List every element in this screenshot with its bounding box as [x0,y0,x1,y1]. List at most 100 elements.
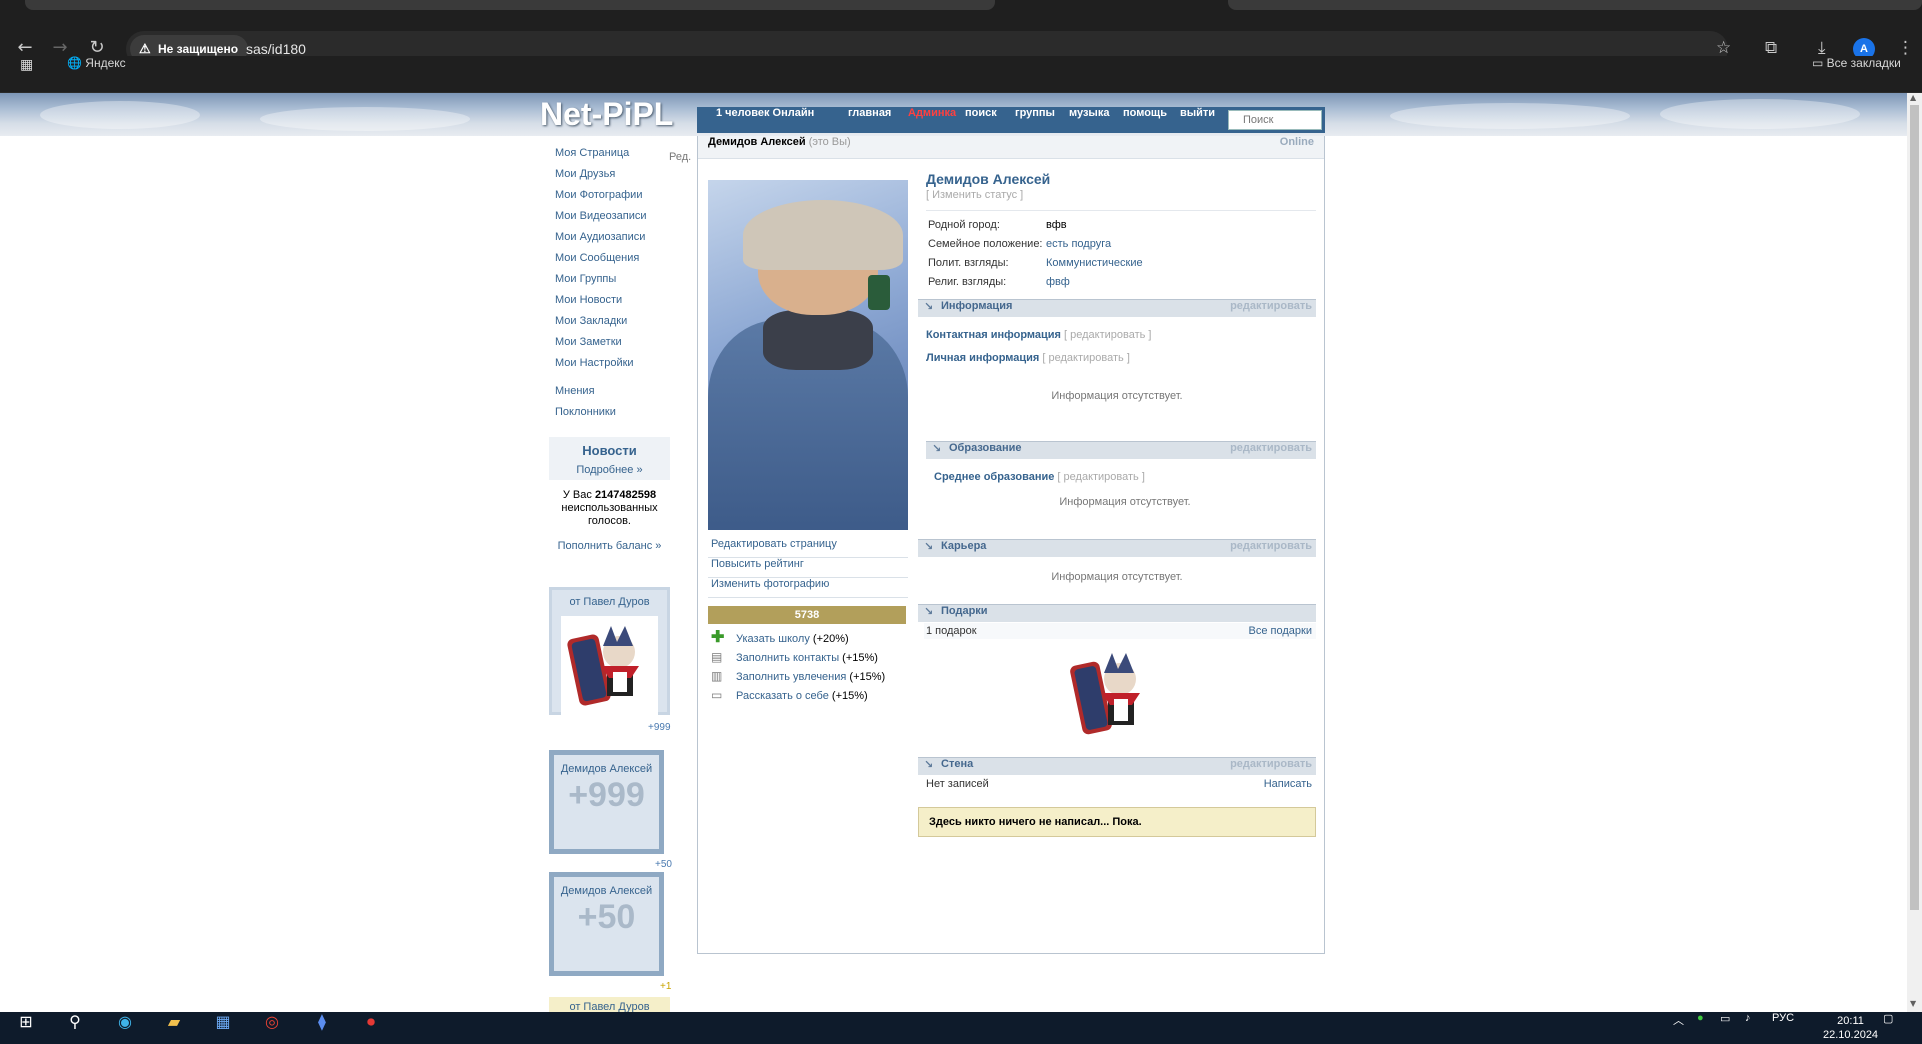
sidebar-item-friends[interactable]: Мои Друзья [549,165,674,186]
vote-card-2[interactable]: Демидов Алексей +50 [549,872,664,976]
sidebar-item-settings[interactable]: Мои Настройки [549,354,674,375]
section-career[interactable]: ↘ Карьера редактировать [918,539,1316,557]
network-icon[interactable]: ▭ [1720,1012,1730,1025]
arrow-icon: ↘ [932,442,942,455]
sidebar-item-videos[interactable]: Мои Видеозаписи [549,207,674,228]
download-icon[interactable]: ⤓ [1818,38,1826,58]
profile-photo[interactable] [708,180,908,530]
change-status-link[interactable]: [ Изменить статус ] [926,189,1023,201]
topup-link[interactable]: Пополнить баланс » [549,540,670,553]
extensions-icon[interactable]: ⧉ [1765,38,1777,58]
info-link[interactable]: Коммунистические [1046,257,1143,269]
arrow-icon: ↘ [924,605,934,618]
document-icon: ▥ [711,669,723,683]
tab-strip [0,0,1922,14]
section-wall[interactable]: ↘ Стена редактировать [918,757,1316,775]
raise-rating-link[interactable]: Повысить рейтинг [708,558,908,578]
sidebar-item-my-page[interactable]: Моя Страница [549,144,674,165]
bookmark-yandex[interactable]: 🌐 Яндекс [67,56,126,70]
profile-actions: Редактировать страницу Повысить рейтинг … [708,538,908,598]
scroll-up-icon[interactable]: ▲ [1910,93,1916,102]
explorer-icon[interactable]: ▰ [154,1012,194,1044]
notifications-icon[interactable]: ▢ [1883,1012,1893,1025]
tray-chevron-icon[interactable]: ︿ [1673,1012,1684,1028]
app-icon[interactable]: ⧫ [302,1012,342,1044]
edit-page-link[interactable]: Редактировать страницу [708,538,908,558]
sidebar-item-bookmarks[interactable]: Мои Закладки [549,312,674,333]
sidebar-item-groups[interactable]: Мои Группы [549,270,674,291]
card1-number: +999 [568,776,645,814]
chrome-icon[interactable]: ◎ [252,1012,292,1044]
security-label: Не защищено [158,42,239,56]
sidebar-item-notes[interactable]: Мои Заметки [549,333,674,354]
sidebar-item-photos[interactable]: Мои Фотографии [549,186,674,207]
news-box: Новости Подробнее » [549,437,670,480]
sidebar-menu: Моя Страница Мои Друзья Мои Фотографии М… [549,144,674,424]
nav-home[interactable]: главная [848,107,891,119]
nav-groups[interactable]: группы [1015,107,1055,119]
clock[interactable]: 20:11 22.10.2024 [1823,1014,1878,1042]
info-link[interactable]: фвф [1046,276,1070,288]
nav-admin[interactable]: Админка [908,107,956,119]
sidebar-item-news[interactable]: Мои Новости [549,291,674,312]
gift-from-box[interactable]: от Павел Дуров [549,997,670,1012]
search-input[interactable]: Поиск [1228,110,1322,130]
sidebar-edit-link[interactable]: Ред. [669,151,691,163]
start-icon[interactable]: ⊞ [6,1012,46,1044]
card2-name: Демидов Алексей [560,885,653,897]
all-bookmarks[interactable]: ▭ Все закладки [1812,56,1901,70]
section-info[interactable]: ↘ Информация редактировать [918,299,1316,317]
star-icon[interactable]: ☆ [1716,38,1731,58]
scroll-down-icon[interactable]: ▼ [1910,999,1916,1008]
personal-subsection[interactable]: Личная информация [ редактировать ] [926,352,1130,364]
nav-help[interactable]: помощь [1123,107,1167,119]
arrow-icon: ↘ [924,540,934,553]
secondary-education[interactable]: Среднее образование [ редактировать ] [934,471,1145,483]
section-education[interactable]: ↘ Образование редактировать [926,441,1316,459]
comment-icon: ▭ [711,688,723,702]
info-link[interactable]: есть подруга [1046,238,1111,250]
write-link[interactable]: Написать [1264,776,1312,792]
change-photo-link[interactable]: Изменить фотографию [708,578,908,598]
sidebar-item-messages[interactable]: Мои Сообщения [549,249,674,270]
news-more-link[interactable]: Подробнее » [549,458,670,476]
record-icon[interactable]: ⏺ [351,1012,391,1044]
apps-icon[interactable]: ▦ [20,56,33,73]
section-gifts[interactable]: ↘ Подарки [918,604,1316,622]
todo-item[interactable]: ✚ Указать школу (+20%) [708,630,918,648]
nav-search[interactable]: поиск [965,107,997,119]
all-gifts-link[interactable]: Все подарки [1249,623,1312,639]
sidebar-item-audio[interactable]: Мои Аудиозаписи [549,228,674,249]
todo-item[interactable]: ▭ Рассказать о себе (+15%) [708,687,918,705]
nav-logout[interactable]: выйти [1180,107,1215,119]
contacts-icon: ▤ [711,650,723,664]
no-info-text: Информация отсутствует. [1059,496,1191,508]
vote-card-1[interactable]: Демидов Алексей +999 [549,750,664,854]
edge-icon[interactable]: ◉ [105,1012,145,1044]
store-icon[interactable]: ▦ [203,1012,243,1044]
sidebar-item-opinions[interactable]: Мнения [549,382,674,403]
language-indicator[interactable]: РУС [1772,1012,1794,1024]
contacts-subsection[interactable]: Контактная информация [ редактировать ] [926,329,1152,341]
search-icon[interactable]: ⚲ [55,1012,95,1044]
volume-icon[interactable]: ♪ [1745,1012,1751,1024]
todo-item[interactable]: ▥ Заполнить увлечения (+15%) [708,668,918,686]
edit-link[interactable]: редактировать [1230,300,1312,312]
edit-link[interactable]: редактировать [1230,758,1312,770]
no-posts: Нет записей [926,778,989,790]
browser-tab[interactable] [25,0,995,10]
profile-header: Демидов Алексей (это Вы) Online [698,136,1324,159]
counter-3: +1 [660,981,672,992]
gift-vampire-icon[interactable] [1068,641,1156,743]
edit-link[interactable]: редактировать [1230,540,1312,552]
todo-item[interactable]: ▤ Заполнить контакты (+15%) [708,649,918,667]
nav-music[interactable]: музыка [1069,107,1109,119]
gift-card[interactable]: от Павел Дуров [549,587,670,716]
site-logo[interactable]: Net-PiPL [540,93,673,136]
scroll-thumb[interactable] [1910,105,1919,910]
page-scrollbar[interactable]: ▲ ▼ [1907,93,1922,1012]
edit-link[interactable]: редактировать [1230,442,1312,454]
menu-icon[interactable]: ⋮ [1897,38,1914,58]
tray-status-icon[interactable]: ● [1697,1012,1704,1024]
sidebar-item-fans[interactable]: Поклонники [549,403,674,424]
